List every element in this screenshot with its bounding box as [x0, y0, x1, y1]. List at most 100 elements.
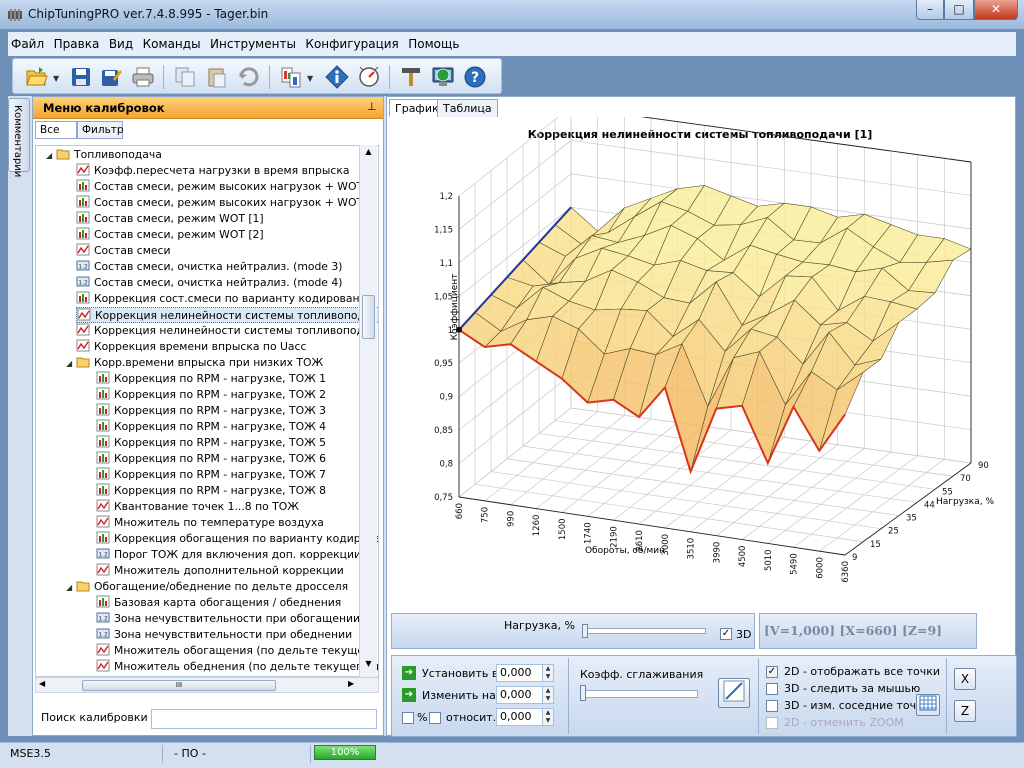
- checkbox-3d[interactable]: ✓: [720, 628, 732, 640]
- tree-item[interactable]: Коррекция времени впрыска по Uacc: [76, 339, 306, 355]
- opt-3d-follow-mouse-label[interactable]: 3D - следить за мышью: [784, 682, 920, 695]
- tree-item[interactable]: Коррекция по RPM - нагрузке, ТОЖ 6: [96, 451, 326, 467]
- save-icon[interactable]: [67, 63, 95, 91]
- set-to-label[interactable]: Установить в: [422, 667, 498, 680]
- web-update-icon[interactable]: [429, 63, 457, 91]
- comments-side-tab[interactable]: Комментарии: [8, 98, 30, 177]
- undo-icon[interactable]: [235, 63, 263, 91]
- scroll-right-icon[interactable]: ▶: [348, 679, 354, 688]
- load-slider[interactable]: [582, 628, 706, 634]
- tree-item[interactable]: Коррекция по RPM - нагрузке, ТОЖ 1: [96, 371, 326, 387]
- tree-item[interactable]: Квантование точек 1...8 по ТОЖ: [96, 499, 299, 515]
- tree-item[interactable]: Коррекция сост.смеси по варианту кодиров…: [76, 291, 373, 307]
- scroll-thumb[interactable]: [362, 295, 375, 339]
- change-by-label[interactable]: Изменить на: [422, 689, 496, 702]
- opt-2d-all-points-label[interactable]: 2D - отображать все точки: [784, 665, 940, 678]
- scroll-up-icon[interactable]: ▲: [361, 147, 376, 161]
- minimize-button[interactable]: –: [916, 0, 944, 20]
- compare-icon[interactable]: [277, 63, 305, 91]
- smooth-apply-button[interactable]: [718, 678, 750, 708]
- open-dropdown-icon[interactable]: ▼: [53, 74, 59, 83]
- chart-3d[interactable]: Коррекция нелинейности системы топливопо…: [387, 117, 1017, 612]
- calibrate-icon[interactable]: [355, 63, 383, 91]
- paste-icon[interactable]: [203, 63, 231, 91]
- tree-item[interactable]: Базовая карта обогащения / обеднения: [96, 595, 341, 611]
- tree-item[interactable]: 1.2 Зона нечувствительности при обеднении: [96, 627, 352, 643]
- menu-file[interactable]: Файл: [8, 32, 47, 51]
- relative-checkbox[interactable]: [429, 712, 441, 724]
- menu-tools[interactable]: Инструменты: [207, 32, 299, 51]
- tree-item[interactable]: Коррекция по RPM - нагрузке, ТОЖ 2: [96, 387, 326, 403]
- tree-folder[interactable]: Обогащение/обеднение по дельте дросселя: [76, 579, 348, 595]
- menu-view[interactable]: Вид: [106, 32, 136, 51]
- tree-item[interactable]: Множитель дополнительной коррекции: [96, 563, 344, 579]
- tree-item[interactable]: Состав смеси: [76, 243, 170, 259]
- search-calibration-input[interactable]: [151, 709, 377, 729]
- change-by-spinner[interactable]: ▲ ▼: [542, 686, 554, 704]
- compare-dropdown-icon[interactable]: ▼: [307, 74, 313, 83]
- tree-folder[interactable]: Топливоподача: [56, 147, 162, 163]
- tree-horizontal-scrollbar[interactable]: ◀ III ▶: [35, 677, 379, 693]
- tree-item[interactable]: Состав смеси, режим высоких нагрузок + W…: [76, 195, 378, 211]
- info-icon[interactable]: [323, 63, 351, 91]
- smoothing-slider-thumb[interactable]: [580, 685, 586, 701]
- tab-filter[interactable]: Фильтр: [77, 121, 124, 139]
- pin-icon[interactable]: ⊥: [367, 100, 377, 113]
- opt-3d-neighbors-checkbox[interactable]: [766, 700, 778, 712]
- menu-help[interactable]: Помощь: [405, 32, 462, 51]
- opt-3d-neighbors-label[interactable]: 3D - изм. соседние точки: [784, 699, 930, 712]
- collapse-toggle-icon[interactable]: ◢: [66, 583, 72, 592]
- menu-commands[interactable]: Команды: [140, 32, 204, 51]
- tab-all[interactable]: Все: [35, 121, 77, 139]
- tree-item[interactable]: Коррекция по RPM - нагрузке, ТОЖ 4: [96, 419, 326, 435]
- load-slider-thumb[interactable]: [582, 624, 588, 638]
- collapse-toggle-icon[interactable]: ◢: [46, 151, 52, 160]
- tree-item[interactable]: Состав смеси, режим высоких нагрузок + W…: [76, 179, 378, 195]
- tree-item[interactable]: Коррекция по RPM - нагрузке, ТОЖ 5: [96, 435, 326, 451]
- tree-item[interactable]: 1.2 Зона нечувствительности при обогащени…: [96, 611, 360, 627]
- tab-table[interactable]: Таблица: [437, 99, 498, 117]
- change-by-arrow-icon[interactable]: ➔: [402, 688, 416, 702]
- grid-select-button[interactable]: [916, 694, 940, 716]
- x-axis-button[interactable]: X: [954, 668, 976, 690]
- tree-item[interactable]: Коррекция нелинейности системы топливопо…: [76, 323, 378, 339]
- set-to-spinner[interactable]: ▲ ▼: [542, 664, 554, 682]
- hscroll-thumb[interactable]: III: [82, 680, 276, 691]
- menu-config[interactable]: Конфигурация: [302, 32, 401, 51]
- tree-item[interactable]: Коррекция по RPM - нагрузке, ТОЖ 8: [96, 483, 326, 499]
- tree-item[interactable]: Коэфф.пересчета нагрузки в время впрыска: [76, 163, 350, 179]
- tree-item[interactable]: Коррекция обогащения по варианту кодиров…: [96, 531, 378, 547]
- tree-item[interactable]: 1.2 Состав смеси, очистка нейтрализ. (mod…: [76, 275, 342, 291]
- save-as-icon[interactable]: [97, 63, 125, 91]
- scroll-down-icon[interactable]: ▼: [361, 659, 376, 673]
- tree-item[interactable]: 1.2 Состав смеси, очистка нейтрализ. (mod…: [76, 259, 342, 275]
- tree-item[interactable]: Состав смеси, режим WOT [2]: [76, 227, 264, 243]
- help-icon[interactable]: ?: [461, 63, 489, 91]
- tree-item[interactable]: 1.2 Порог ТОЖ для включения доп. коррекци…: [96, 547, 361, 563]
- menu-edit[interactable]: Правка: [51, 32, 103, 51]
- tree-item[interactable]: Состав смеси, режим WOT [1]: [76, 211, 264, 227]
- copy-icon[interactable]: [171, 63, 199, 91]
- collapse-toggle-icon[interactable]: ◢: [66, 359, 72, 368]
- opt-3d-follow-mouse-checkbox[interactable]: [766, 683, 778, 695]
- print-icon[interactable]: [129, 63, 157, 91]
- scroll-left-icon[interactable]: ◀: [39, 679, 45, 688]
- close-button[interactable]: ✕: [974, 0, 1018, 20]
- tree-item[interactable]: Коррекция по RPM - нагрузке, ТОЖ 3: [96, 403, 326, 419]
- tree-item[interactable]: Коррекция нелинейности системы топливопо…: [76, 307, 378, 323]
- opt-2d-all-points-checkbox[interactable]: ✓: [766, 666, 778, 678]
- tree-item[interactable]: Коррекция по RPM - нагрузке, ТОЖ 7: [96, 467, 326, 483]
- smoothing-slider[interactable]: [580, 690, 698, 698]
- set-to-arrow-icon[interactable]: ➔: [402, 666, 416, 680]
- tools-icon[interactable]: [397, 63, 425, 91]
- maximize-button[interactable]: □: [944, 0, 974, 20]
- open-folder-icon[interactable]: [23, 63, 51, 91]
- relative-spinner[interactable]: ▲ ▼: [542, 708, 554, 726]
- tree-item[interactable]: Множитель по температуре воздуха: [96, 515, 324, 531]
- tree-item[interactable]: Множитель обеднения (по дельте текущего …: [96, 659, 378, 675]
- z-axis-button[interactable]: Z: [954, 700, 976, 722]
- percent-checkbox[interactable]: [402, 712, 414, 724]
- tree-folder[interactable]: Корр.времени впрыска при низких ТОЖ: [76, 355, 323, 371]
- tree-item[interactable]: Множитель обогащения (по дельте текущего…: [96, 643, 378, 659]
- tree-vertical-scrollbar[interactable]: ▲ ▼: [359, 145, 377, 677]
